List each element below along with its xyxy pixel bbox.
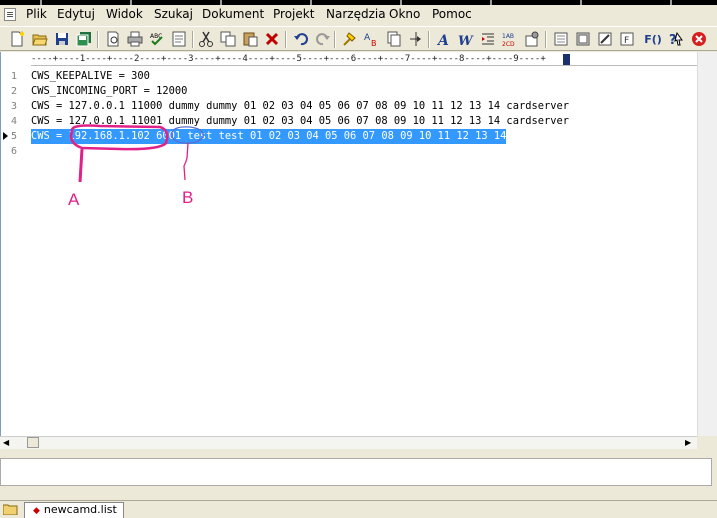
menu-dokument[interactable]: Dokument <box>202 7 264 21</box>
line-number: 4 <box>11 116 18 127</box>
sort-icon[interactable]: 1AB 2CD <box>501 30 519 48</box>
save-all-icon[interactable] <box>75 30 93 48</box>
svg-text:2CD: 2CD <box>502 41 515 47</box>
folder-icon[interactable] <box>3 503 18 515</box>
view-4-icon[interactable]: F <box>618 30 636 48</box>
indent-icon[interactable] <box>479 30 497 48</box>
goto-line-icon[interactable] <box>407 30 425 48</box>
ruler-caret-marker <box>563 54 570 65</box>
cut-icon[interactable] <box>197 30 215 48</box>
file-diamond-icon: ◆ <box>33 506 40 516</box>
svg-text:A: A <box>364 33 371 43</box>
replace-icon[interactable]: AB <box>363 30 381 48</box>
toolbar-separator <box>97 31 99 48</box>
menu-bar: Plik Edytuj Widok Szukaj Dokument Projek… <box>0 5 717 25</box>
svg-text:W: W <box>458 34 474 47</box>
scroll-right-arrow-icon[interactable]: ▶ <box>685 438 691 447</box>
scrollbar-thumb[interactable] <box>27 437 39 448</box>
find-icon[interactable] <box>341 30 359 48</box>
toolbar-separator <box>545 31 547 48</box>
status-bar <box>0 488 717 498</box>
open-folder-icon[interactable] <box>31 30 49 48</box>
annotation-label-a: A <box>68 190 80 209</box>
line-number: 6 <box>11 146 18 157</box>
view-2-icon[interactable] <box>574 30 592 48</box>
svg-text:1AB: 1AB <box>502 33 514 40</box>
save-icon[interactable] <box>53 30 71 48</box>
close-icon[interactable] <box>690 30 708 48</box>
toolbar-separator <box>192 31 194 48</box>
document-tab-bar: ◆ newcamd.list <box>0 500 717 518</box>
new-file-icon[interactable] <box>8 30 26 48</box>
menu-projekt[interactable]: Projekt <box>273 7 314 21</box>
function-list-icon[interactable]: F() <box>642 30 664 48</box>
help-icon[interactable]: ? <box>667 30 685 48</box>
settings-icon[interactable] <box>523 30 541 48</box>
code-line[interactable]: CWS_KEEPALIVE = 300 <box>31 69 150 84</box>
properties-icon[interactable] <box>170 30 188 48</box>
delete-icon[interactable] <box>263 30 281 48</box>
spellcheck-icon[interactable]: ABC <box>148 30 166 48</box>
line-number: 2 <box>11 86 18 97</box>
function-list-label: F() <box>644 32 662 46</box>
menu-szukaj[interactable]: Szukaj <box>154 7 193 21</box>
vertical-scrollbar[interactable] <box>697 52 717 436</box>
line-number: 1 <box>11 71 18 82</box>
scroll-left-arrow-icon[interactable]: ◀ <box>3 438 9 447</box>
code-line[interactable]: CWS = 127.0.0.1 11001 dummy dummy 01 02 … <box>31 114 569 129</box>
editor-pane[interactable]: ----+----1----+----2----+----3----+----4… <box>0 52 697 436</box>
print-icon[interactable] <box>126 30 144 48</box>
column-ruler: ----+----1----+----2----+----3----+----4… <box>31 54 697 66</box>
menu-widok[interactable]: Widok <box>106 7 143 21</box>
code-line-selected[interactable]: CWS = 192.168.1.102 6001 test test 01 02… <box>31 129 507 144</box>
annotation-label-b: B <box>182 188 194 207</box>
menu-narzedzia[interactable]: Narzędzia <box>326 7 386 21</box>
menu-edytuj[interactable]: Edytuj <box>57 7 95 21</box>
toolbar-separator <box>334 31 336 48</box>
font-icon[interactable]: A <box>435 30 453 48</box>
toolbar: ABC AB A W 1AB 2CD F F() ? <box>0 26 717 51</box>
word-wrap-icon[interactable]: W <box>457 30 475 48</box>
svg-text:F: F <box>624 36 629 46</box>
menu-pomoc[interactable]: Pomoc <box>432 7 472 21</box>
svg-text:B: B <box>371 39 377 47</box>
print-preview-icon[interactable] <box>104 30 122 48</box>
output-pane[interactable] <box>0 458 712 486</box>
view-3-icon[interactable] <box>596 30 614 48</box>
code-line[interactable]: CWS_INCOMING_PORT = 12000 <box>31 84 187 99</box>
tab-label: newcamd.list <box>43 503 117 516</box>
undo-icon[interactable] <box>292 30 310 48</box>
document-icon[interactable] <box>4 8 16 21</box>
menu-plik[interactable]: Plik <box>26 7 47 21</box>
horizontal-scrollbar[interactable]: ◀ ▶ <box>0 436 697 449</box>
paste-icon[interactable] <box>241 30 259 48</box>
redo-icon[interactable] <box>314 30 332 48</box>
line-number: 3 <box>11 101 18 112</box>
replace-in-files-icon[interactable] <box>385 30 403 48</box>
menu-okno[interactable]: Okno <box>389 7 420 21</box>
svg-text:A: A <box>436 33 449 47</box>
current-line-arrow-icon <box>3 132 8 140</box>
copy-icon[interactable] <box>219 30 237 48</box>
toolbar-separator <box>285 31 287 48</box>
view-1-icon[interactable] <box>552 30 570 48</box>
line-number: 5 <box>11 131 18 142</box>
toolbar-separator <box>428 31 430 48</box>
code-line[interactable]: CWS = 127.0.0.1 11000 dummy dummy 01 02 … <box>31 99 569 114</box>
tab-newcamd-list[interactable]: ◆ newcamd.list <box>24 502 124 518</box>
